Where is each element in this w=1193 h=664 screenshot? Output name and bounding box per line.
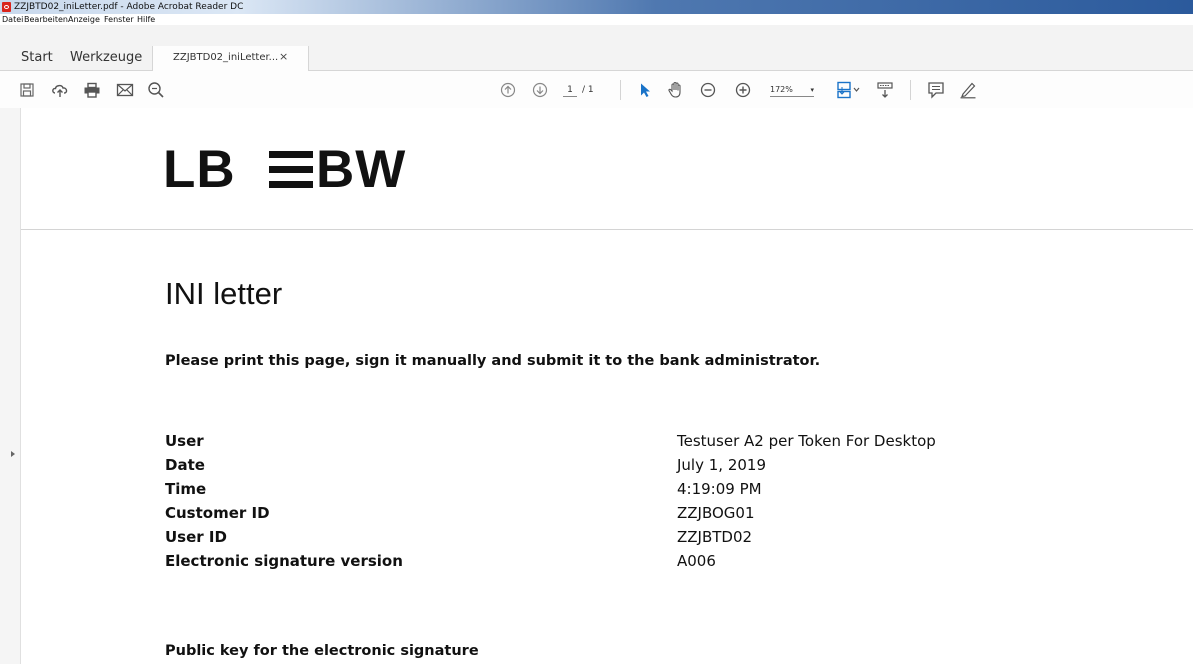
page-total: / 1 [582,85,594,95]
menu-datei[interactable]: Datei [2,14,23,25]
scroll-mode-icon[interactable] [875,80,895,100]
hand-icon[interactable] [666,80,686,100]
tab-werkzeuge[interactable]: Werkzeuge [70,48,142,68]
public-key-heading: Public key for the electronic signature [165,643,479,659]
header-divider [21,229,1193,230]
menu-fenster[interactable]: Fenster [104,14,134,25]
toolbar-divider [910,80,911,100]
comment-icon[interactable] [926,80,946,100]
field-label-customer-id: Customer ID [165,504,270,522]
zoom-level-dropdown[interactable]: 172% ▾ [770,84,814,97]
expand-panel-icon[interactable] [11,451,15,457]
toolbar [0,71,1193,109]
page-up-icon[interactable] [498,80,518,100]
logo-text-left: LB [163,140,236,199]
field-value-user-id: ZZJBTD02 [677,528,753,546]
window-title: ZZJBTD02_iniLetter.pdf - Adobe Acrobat R… [14,2,244,12]
menu-hilfe[interactable]: Hilfe [137,14,155,25]
print-icon[interactable] [82,80,102,100]
field-value-time: 4:19:09 PM [677,480,762,498]
tab-document-label: ZZJBTD02_iniLetter... [173,52,279,63]
title-bar: ZZJBTD02_iniLetter.pdf - Adobe Acrobat R… [0,0,1193,14]
acrobat-app-icon [2,2,11,12]
email-icon[interactable] [115,80,135,100]
field-label-date: Date [165,456,205,474]
chevron-down-icon: ▾ [810,86,814,94]
zoom-out-icon[interactable] [698,80,718,100]
page-title: INI letter [165,276,283,311]
logo-bars [269,151,313,189]
menu-bearbeiten[interactable]: Bearbeiten [24,14,68,25]
tab-document[interactable]: ZZJBTD02_iniLetter... × [152,46,309,72]
search-zoom-icon[interactable] [146,80,166,100]
page-layout-icon[interactable] [836,80,862,100]
close-tab-icon[interactable]: × [279,50,288,64]
highlight-pen-icon[interactable] [958,80,978,100]
field-value-user: Testuser A2 per Token For Desktop [677,432,936,450]
field-value-date: July 1, 2019 [677,456,766,474]
menu-anzeige[interactable]: Anzeige [68,14,100,25]
cloud-upload-icon[interactable] [50,80,70,100]
field-label-user: User [165,432,204,450]
field-label-time: Time [165,480,207,498]
logo-text-right: BW [316,140,407,199]
select-arrow-icon[interactable] [635,80,655,100]
page-down-icon[interactable] [530,80,550,100]
instruction-text: Please print this page, sign it manually… [165,353,821,369]
field-value-signature-version: A006 [677,552,716,570]
zoom-in-icon[interactable] [733,80,753,100]
save-icon[interactable] [17,80,37,100]
page-number-input[interactable]: 1 [563,84,577,97]
tab-start[interactable]: Start [21,48,53,68]
field-value-customer-id: ZZJBOG01 [677,504,755,522]
left-nav-panel [0,108,21,664]
toolbar-divider [620,80,621,100]
zoom-level-value: 172% [770,85,793,94]
menu-bar: Datei Bearbeiten Anzeige Fenster Hilfe [0,14,1193,25]
field-label-signature-version: Electronic signature version [165,552,403,570]
field-label-user-id: User ID [165,528,227,546]
